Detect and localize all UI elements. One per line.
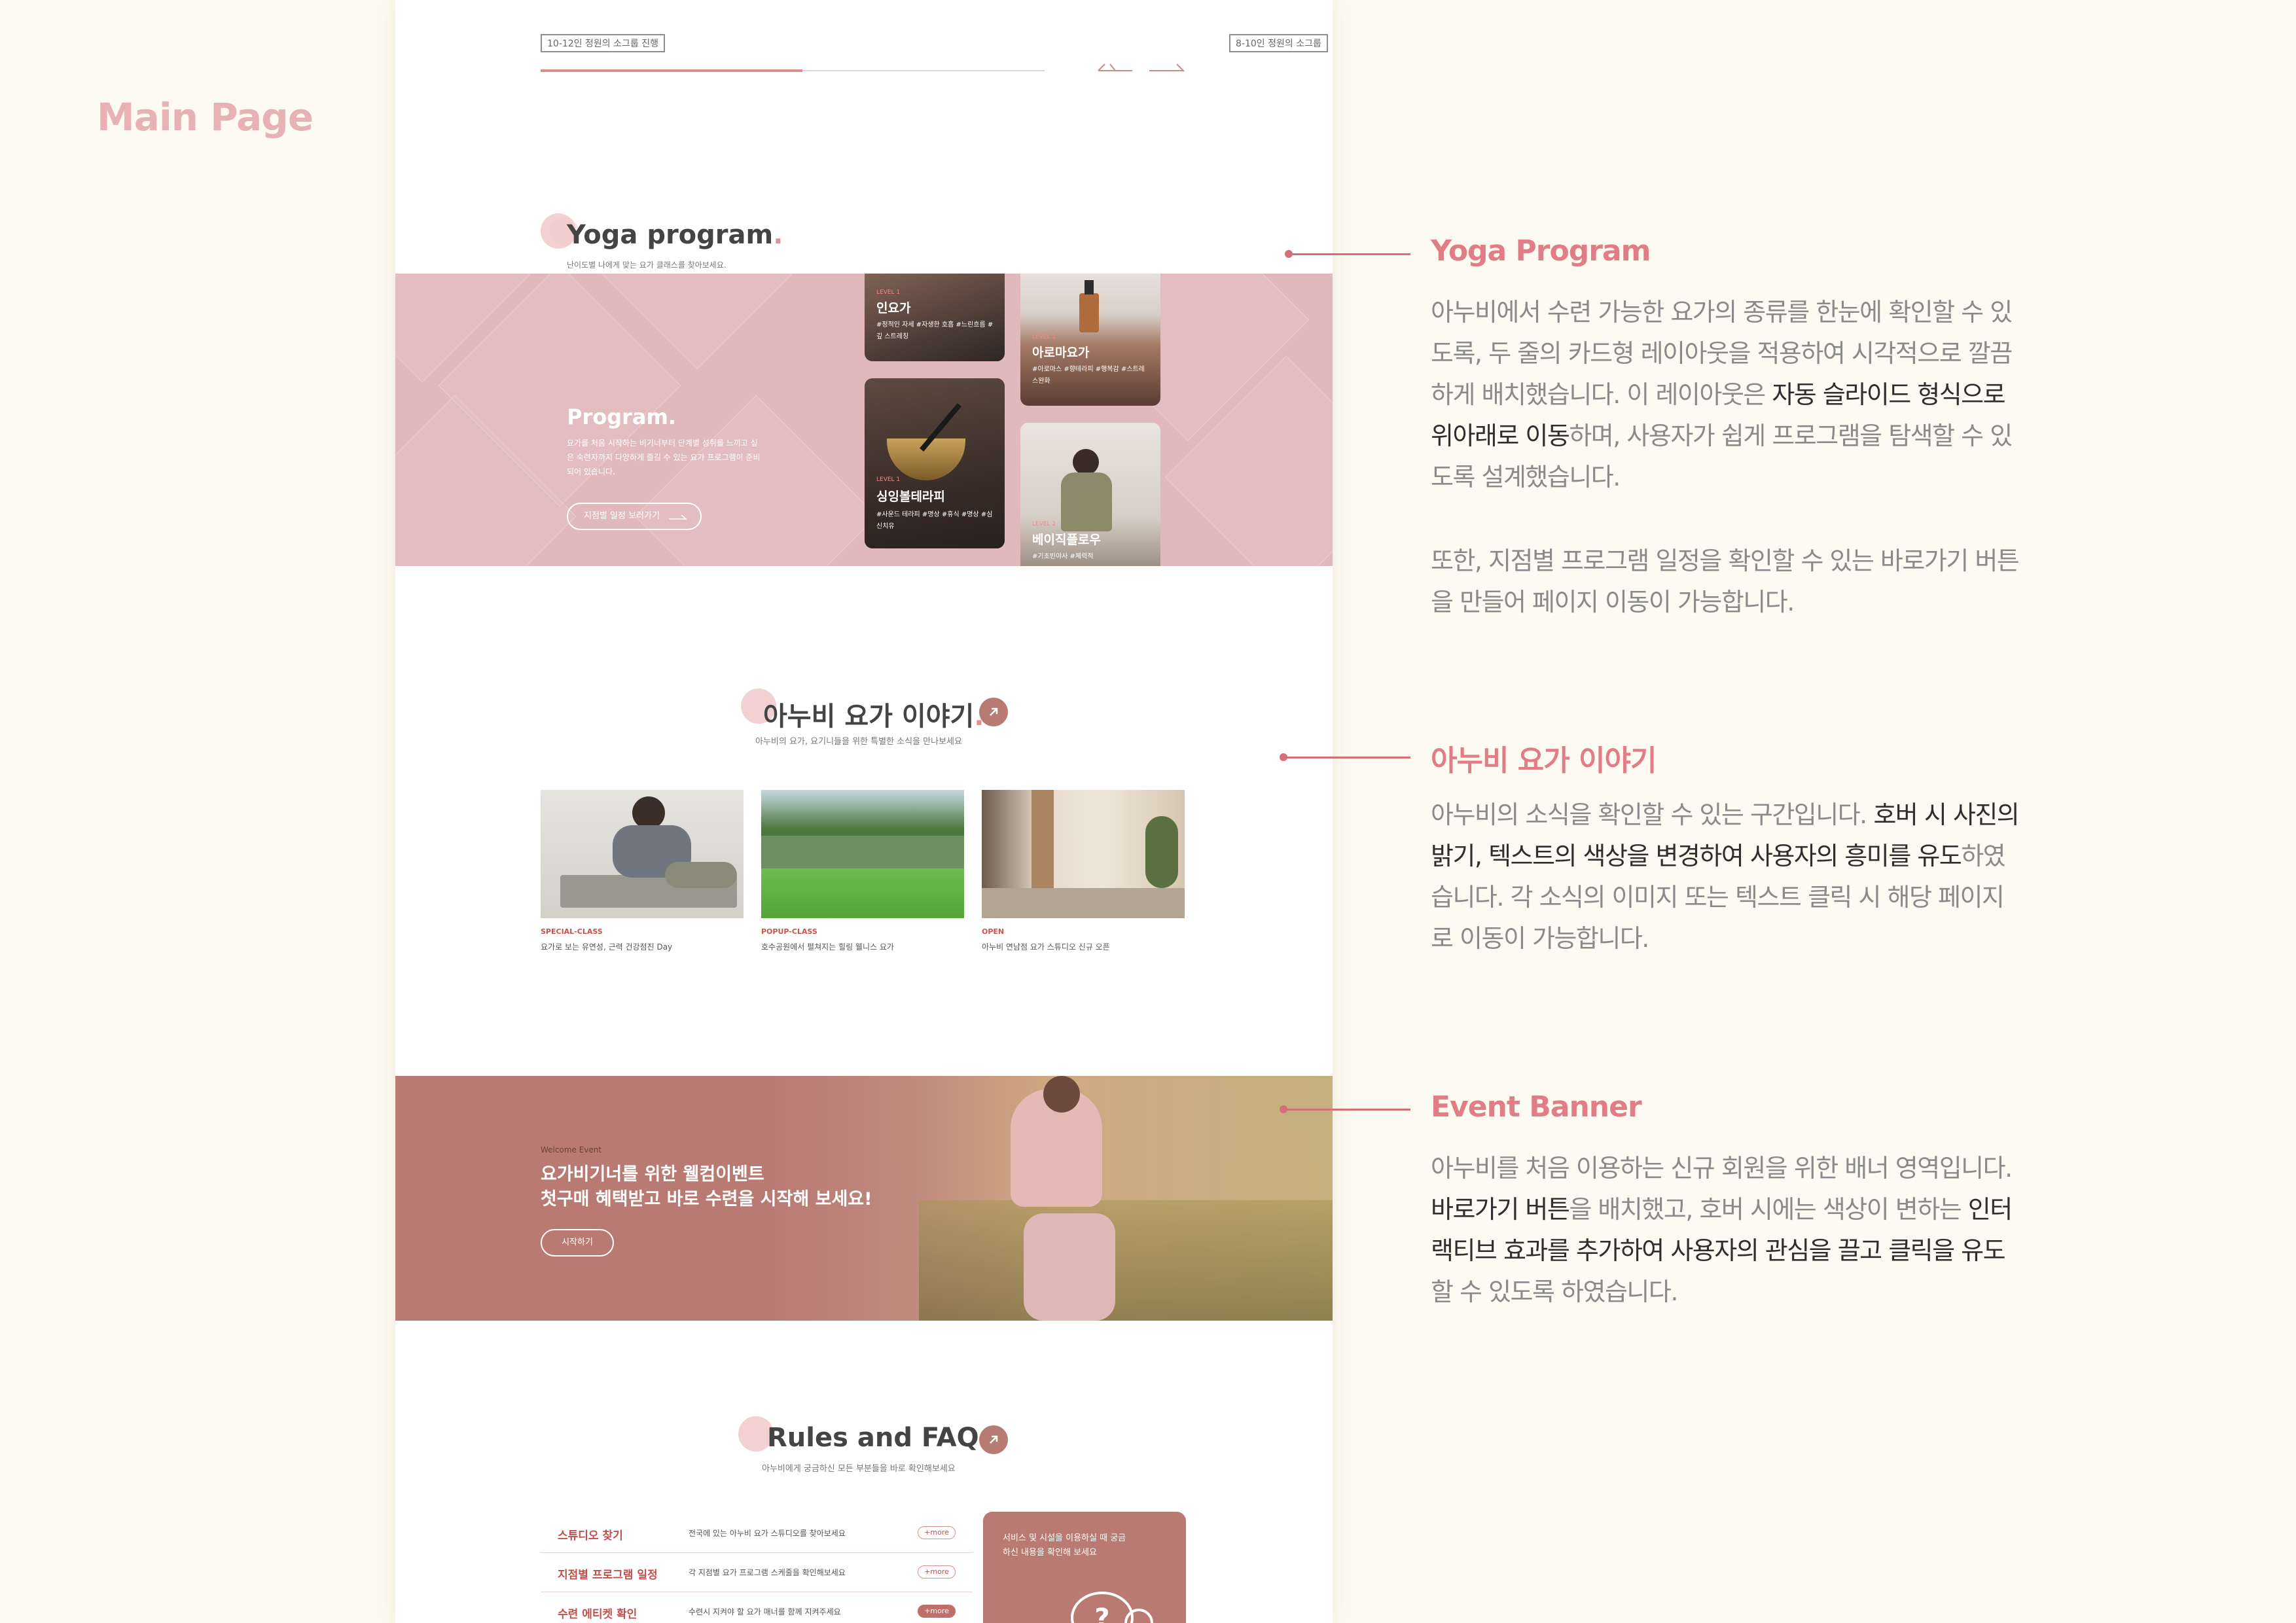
event-line2: 첫구매 혜택받고 바로 수련을 시작해 보세요!: [541, 1189, 872, 1209]
mockup-page: 10-12인 정원의 소그룹 진행 8-10인 정원의 소그룹 Yoga pro…: [395, 0, 1333, 1623]
annotation-text: 아누비에서 수련 가능한 요가의 종류를 한눈에 확인할 수 있도록, 두 줄의…: [1431, 298, 2013, 491]
slide-tag-left: 10-12인 정원의 소그룹 진행: [541, 34, 665, 52]
slider-progress-fill: [541, 69, 803, 72]
news-image[interactable]: [541, 790, 744, 918]
faq-question: 수련 에티켓 확인: [558, 1608, 637, 1621]
faq-row[interactable]: 지점별 프로그램 일정 각 지점별 요가 프로그램 스케줄을 확인해보세요 +m…: [541, 1552, 973, 1592]
faq-row[interactable]: 스튜디오 찾기 전국에 있는 아누비 요가 스튜디오를 찾아보세요 +more: [541, 1513, 973, 1553]
faq-answer: 수련시 지켜야 할 요가 매너를 함께 지켜주세요: [689, 1607, 841, 1616]
arrow-up-right-icon: [990, 1435, 998, 1444]
program-band-desc: 요가를 처음 시작하는 비기너부터 단계별 성취를 느끼고 싶은 숙련자까지 다…: [567, 438, 761, 476]
slider-progress: [541, 69, 1045, 72]
slide-tag-right: 8-10인 정원의 소그룹: [1229, 34, 1328, 52]
program-card[interactable]: LEVEL 1 아로마요가 #아로마스 #향테라피 #행복감 #스트레스완화: [1020, 274, 1160, 406]
news-image[interactable]: [982, 790, 1185, 918]
event-eyebrow: Welcome Event: [541, 1145, 602, 1154]
card-level: LEVEL 1: [876, 289, 901, 296]
question-bubble-icon: ?: [1071, 1592, 1153, 1623]
card-tags: #정적인 자세 #자생한 호흡 #느린흐름 #깊 스트레칭: [876, 321, 994, 340]
program-title: Yoga program.: [567, 220, 783, 250]
news-image[interactable]: [761, 790, 964, 918]
news-subtitle: 아누비의 요가, 요기니들을 위한 특별한 소식을 만나보세요: [755, 737, 962, 747]
arrow-up-right-icon: [990, 707, 998, 716]
program-card[interactable]: LEVEL 1 싱잉볼테라피 #사운드 테라피 #명상 #휴식 #명상 #심신치…: [865, 378, 1005, 548]
annotation-text: 또한, 지점별 프로그램 일정을 확인할 수 있는 바로가기 버튼을 만들어 페…: [1431, 546, 2020, 616]
annotation-line: [1289, 253, 1410, 255]
card-tags: #기초빈야사 #체력적: [1032, 553, 1094, 560]
slider-next-button[interactable]: [1148, 62, 1185, 77]
faq-more-badge[interactable]: +more: [918, 1565, 956, 1578]
faq-answer: 각 지점별 요가 프로그램 스케줄을 확인해보세요: [689, 1568, 846, 1577]
news-category: OPEN: [982, 927, 1005, 936]
arrow-right-icon: [669, 514, 687, 520]
event-line1: 요가비기너를 위한 웰컴이벤트: [541, 1164, 764, 1185]
faq-title: Rules and FAQs.: [767, 1423, 1005, 1453]
program-subtitle: 난이도별 나에게 맞는 요가 클래스를 찾아보세요.: [567, 260, 726, 270]
news-text[interactable]: 아누비 연남점 요가 스튜디오 신규 오픈: [982, 941, 1110, 952]
schedule-button[interactable]: 지점별 일정 보러가기: [567, 503, 702, 530]
program-card[interactable]: LEVEL 2 베이직플로우 #기초빈야사 #체력적: [1020, 423, 1160, 566]
annotation-title: 아누비 요가 이야기: [1431, 744, 1657, 777]
card-name: 인요가: [876, 301, 911, 315]
card-level: LEVEL 2: [1032, 521, 1056, 527]
faq-subtitle: 아누비에게 궁금하신 모든 부분들을 바로 확인해보세요: [762, 1464, 956, 1474]
news-text[interactable]: 호수공원에서 펼쳐지는 힐링 웰니스 요가: [761, 941, 894, 952]
faq-more-badge[interactable]: +more: [918, 1605, 956, 1618]
card-level: LEVEL 1: [1032, 334, 1056, 340]
event-banner[interactable]: Welcome Event 요가비기너를 위한 웰컴이벤트 첫구매 혜택받고 바…: [395, 1076, 1333, 1321]
program-band: Program. 요가를 처음 시작하는 비기너부터 단계별 성취를 느끼고 싶…: [395, 274, 1333, 566]
faq-more-button[interactable]: [979, 1425, 1008, 1454]
program-band-title: Program.: [567, 404, 676, 429]
card-level: LEVEL 1: [876, 476, 901, 483]
faq-row[interactable]: 수련 에티켓 확인 수련시 지켜야 할 요가 매너를 함께 지켜주세요 +mor…: [541, 1592, 973, 1623]
program-card[interactable]: LEVEL 1 인요가 #정적인 자세 #자생한 호흡 #느린흐름 #깊 스트레…: [865, 274, 1005, 361]
event-start-button[interactable]: 시작하기: [541, 1229, 614, 1257]
annotation-line: [1283, 757, 1410, 758]
faq-more-badge[interactable]: +more: [918, 1526, 956, 1539]
news-more-button[interactable]: [979, 698, 1008, 726]
annotation-text: 아누비를 처음 이용하는 신규 회원을 위한 배너 영역입니다. 바로가기 버튼…: [1431, 1154, 2013, 1306]
news-category: POPUP-CLASS: [761, 927, 817, 936]
card-tags: #사운드 테라피 #명상 #휴식 #명상 #심신치유: [876, 511, 993, 530]
faq-question: 지점별 프로그램 일정: [558, 1569, 658, 1582]
slider-prev-button[interactable]: [1097, 62, 1134, 77]
arrow-left-icon: [1098, 63, 1132, 71]
schedule-button-label: 지점별 일정 보러가기: [584, 511, 660, 521]
news-category: SPECIAL-CLASS: [541, 927, 603, 936]
arrow-right-icon: [1149, 63, 1185, 71]
svg-text:?: ?: [1094, 1603, 1109, 1623]
annotation-text: 아누비의 소식을 확인할 수 있는 구간입니다. 호버 시 사진의 밝기, 텍스…: [1431, 800, 2020, 953]
annotation-title: Event Banner: [1431, 1090, 1642, 1124]
event-headline: 요가비기너를 위한 웰컴이벤트 첫구매 혜택받고 바로 수련을 시작해 보세요!: [541, 1162, 872, 1212]
faq-question: 스튜디오 찾기: [558, 1529, 623, 1543]
card-tags: #아로마스 #향테라피 #행복감 #스트레스완화: [1032, 366, 1145, 385]
faq-help-card[interactable]: 서비스 및 시설을 이용하실 때 궁금하신 내용을 확인해 보세요 ?: [983, 1512, 1186, 1623]
page-label: Main Page: [97, 95, 314, 139]
card-name: 아로마요가: [1032, 346, 1090, 360]
annotation-title: Yoga Program: [1431, 234, 1651, 268]
faq-answer: 전국에 있는 아누비 요가 스튜디오를 찾아보세요: [689, 1529, 846, 1538]
faq-card-text: 서비스 및 시설을 이용하실 때 궁금하신 내용을 확인해 보세요: [1003, 1533, 1126, 1558]
news-text[interactable]: 요가로 보는 유연성, 근력 건강점진 Day: [541, 941, 672, 952]
annotation-line: [1283, 1109, 1410, 1111]
news-title: 아누비 요가 이야기.: [763, 702, 984, 732]
card-name: 베이직플로우: [1032, 533, 1101, 547]
card-name: 싱잉볼테라피: [876, 490, 945, 504]
